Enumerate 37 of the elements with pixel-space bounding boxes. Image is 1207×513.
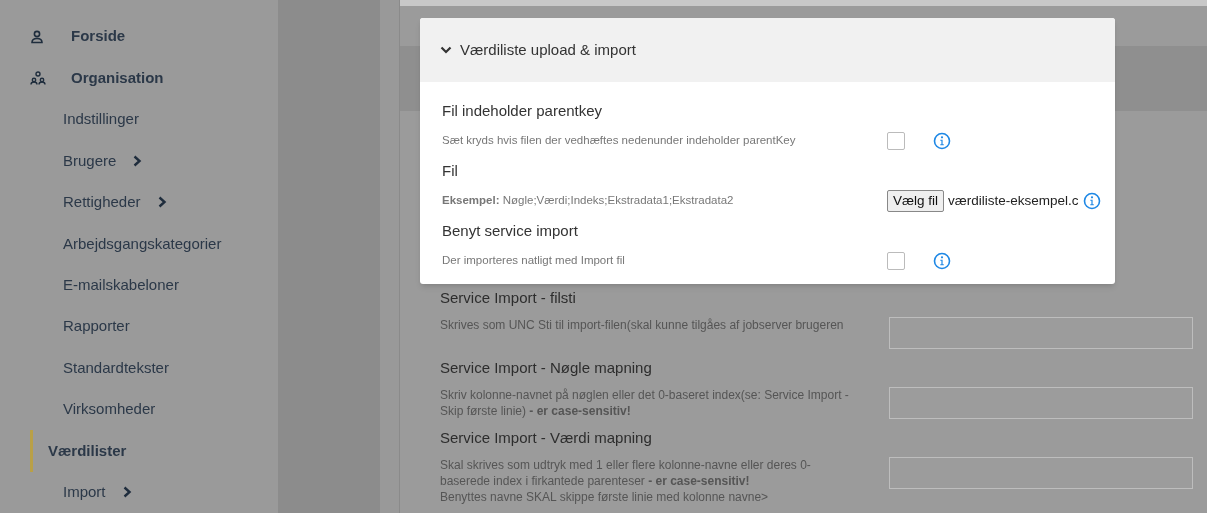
sidebar-item[interactable]: E-mailskabeloner (30, 264, 278, 306)
checkbox[interactable] (887, 132, 905, 150)
person-icon (30, 29, 44, 44)
field-label: Fil indeholder parentkey (442, 101, 604, 121)
field-description: Sæt kryds hvis filen der vedhæftes nedenunder indeholder parentKey (442, 133, 797, 149)
info-icon[interactable] (1082, 192, 1101, 210)
field-note: Benyttes navne SKAL skippe første linie med kolonne navne> (440, 489, 770, 505)
sidebar-item[interactable]: Forside (30, 16, 278, 58)
panel-header[interactable]: Værdiliste upload & import (420, 18, 1115, 82)
sidebar-item[interactable]: Rapporter (30, 305, 278, 348)
info-icon[interactable] (933, 132, 951, 150)
field-description: Eksempel: Nøgle;Værdi;Indeks;Ekstradata1;Ekstradata2 (442, 193, 735, 209)
field-label: Benyt service import (442, 221, 579, 241)
choose-file-button[interactable]: Vælg fil (887, 190, 944, 212)
sidebar-item[interactable]: Brugere (30, 140, 278, 182)
text-input[interactable] (889, 387, 1193, 419)
field-description: Der importeres natligt med Import fil (442, 253, 626, 269)
chevron-down-icon (440, 45, 452, 55)
people-group-icon (30, 71, 46, 86)
field-label: Service Import - Værdi mapning (440, 428, 653, 448)
file-name: værdiliste-eksempel.c (948, 191, 1079, 210)
field-label: Service Import - Nøgle mapning (440, 358, 653, 378)
sidebar-item[interactable]: Indstillinger (30, 98, 278, 141)
text-input[interactable] (889, 317, 1193, 349)
sidebar-item[interactable]: Rettigheder (30, 181, 278, 224)
field-label: Fil (442, 161, 459, 181)
sidebar-item[interactable]: Arbejdsgangskategorier (30, 223, 278, 265)
sidebar-item[interactable]: Organisation (30, 57, 278, 99)
checkbox[interactable] (887, 252, 905, 270)
sidebar-item[interactable]: Virksomheder (30, 388, 278, 431)
sidebar-item[interactable]: Standardtekster (30, 347, 278, 389)
sidebar-item[interactable]: Import (30, 471, 278, 513)
field-description: Skrives som UNC Sti til import-filen(skal kunne tilgåes af jobserver brugeren (440, 317, 845, 333)
field-description: Skriv kolonne-navnet på nøglen eller det 0-baseret index(se: Service Import - Skip første linie) - er case-sensitiv! (440, 387, 850, 419)
info-icon[interactable] (933, 252, 951, 270)
text-input[interactable] (889, 457, 1193, 489)
field-label: Service Import - filsti (440, 288, 577, 308)
